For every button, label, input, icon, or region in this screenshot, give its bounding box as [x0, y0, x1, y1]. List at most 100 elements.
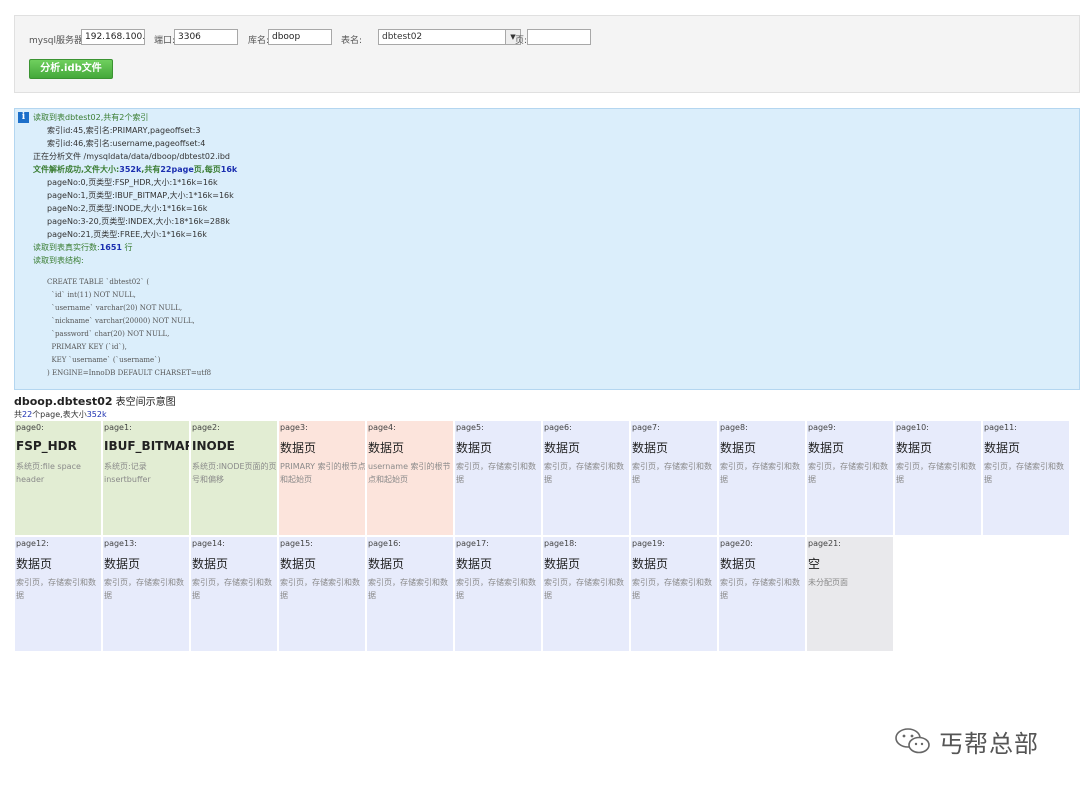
sql-line: `nickname` varchar(20000) NOT NULL,: [47, 317, 195, 325]
page-type: 数据页: [896, 441, 933, 455]
page-type: 空: [808, 557, 821, 571]
sql-line: `password` char(20) NOT NULL,: [47, 330, 170, 338]
page-number: page2:: [192, 423, 220, 432]
page-description: 索引页，存储索引和数据: [632, 578, 712, 600]
page-description: username 索引的根节点和起始页: [368, 462, 451, 484]
page-description: 索引页，存储索引和数据: [632, 462, 712, 484]
page-type: INODE: [192, 439, 235, 453]
page-type: 数据页: [104, 557, 141, 571]
page-cell-14[interactable]: page14: 数据页 索引页，存储索引和数据: [191, 537, 278, 652]
page-description: 索引页，存储索引和数据: [544, 578, 624, 600]
table-label: 表名:: [341, 36, 363, 46]
page-description: 索引页，存储索引和数据: [456, 462, 536, 484]
page-number: page10:: [896, 423, 929, 432]
port-label: 端口:: [154, 36, 176, 46]
table-select-value: dbtest02: [382, 32, 423, 42]
db-input[interactable]: dboop: [268, 29, 332, 45]
page-description: PRIMARY 索引的根节点和起始页: [280, 462, 366, 484]
sql-line: `id` int(11) NOT NULL,: [47, 291, 136, 299]
page-type: 数据页: [280, 557, 317, 571]
page-cell-1[interactable]: page1: IBUF_BITMAP 系统页:记录insertbuffer: [103, 421, 190, 536]
page-cell-7[interactable]: page7: 数据页 索引页，存储索引和数据: [631, 421, 718, 536]
watermark: 丐帮总部: [893, 724, 1039, 758]
page-cell-18[interactable]: page18: 数据页索引页，存储索引和数据: [543, 537, 630, 652]
page-cell-11[interactable]: page11: 数据页 索引页，存储索引和数据: [983, 421, 1070, 536]
page-type: 数据页: [544, 557, 581, 571]
page-number: page8:: [720, 423, 748, 432]
page-number: page6:: [544, 423, 572, 432]
page-cell-0[interactable]: page0: FSP_HDR 系统页:file space header: [15, 421, 102, 536]
page-label: 页:: [515, 36, 528, 46]
page-cell-21[interactable]: page21: 空未分配页面: [807, 537, 894, 652]
page-type: 数据页: [456, 557, 493, 571]
page-cell-3[interactable]: page3: 数据页 PRIMARY 索引的根节点和起始页: [279, 421, 366, 536]
wechat-icon: [895, 728, 930, 754]
page-type: 数据页: [280, 441, 317, 455]
page-type: 数据页: [16, 557, 53, 571]
page-cell-13[interactable]: page13: 数据页索引页，存储索引和数据: [103, 537, 190, 652]
page-number: page20:: [720, 539, 753, 548]
page-type: 数据页: [632, 557, 669, 571]
page-number: page12:: [16, 539, 49, 548]
analyze-button[interactable]: 分析.idb文件: [29, 59, 113, 79]
diagram-title: dboop.dbtest02 表空间示意图: [14, 395, 176, 408]
page-type: 数据页: [720, 557, 757, 571]
page-type: 数据页: [808, 441, 845, 455]
page-cell-20[interactable]: page20: 数据页索引页，存储索引和数据: [719, 537, 806, 652]
info-line: pageNo:2,页类型:INODE,大小:1*16k=16k: [47, 204, 208, 213]
page-cell-4[interactable]: page4: 数据页 username 索引的根节点和起始页: [367, 421, 454, 536]
page-number: page19:: [632, 539, 665, 548]
info-line: pageNo:3-20,页类型:INDEX,大小:18*16k=288k: [47, 217, 230, 226]
info-line: 读取到表真实行数:1651 行: [33, 243, 133, 252]
page-type: IBUF_BITMAP: [104, 439, 190, 453]
page-cell-17[interactable]: page17: 数据页索引页，存储索引和数据: [455, 537, 542, 652]
page-cell-6[interactable]: page6: 数据页 索引页，存储索引和数据: [543, 421, 630, 536]
page-type: 数据页: [456, 441, 493, 455]
page-number: page17:: [456, 539, 489, 548]
page-description: 索引页，存储索引和数据: [104, 578, 184, 600]
page-description: 索引页，存储索引和数据: [280, 578, 360, 600]
page-cell-5[interactable]: page5: 数据页 索引页，存储索引和数据: [455, 421, 542, 536]
page-cell-9[interactable]: page9: 数据页 索引页，存储索引和数据: [807, 421, 894, 536]
page-type: 数据页: [368, 557, 405, 571]
sql-line: CREATE TABLE `dbtest02` (: [47, 278, 150, 286]
info-line: 文件解析成功,文件大小:352k,共有22page页,每页16k: [33, 165, 238, 174]
page-number: page14:: [192, 539, 225, 548]
info-line: 正在分析文件 /mysqldata/data/dboop/dbtest02.ib…: [33, 152, 231, 161]
connection-form: mysql服务器: 192.168.100.12 端口: 3306 库名: db…: [14, 15, 1080, 93]
page-type: 数据页: [984, 441, 1021, 455]
page-cell-16[interactable]: page16: 数据页 索引页，存储索引和数据: [367, 537, 454, 652]
page-number: page0:: [16, 423, 44, 432]
page-number: page7:: [632, 423, 660, 432]
page-input[interactable]: [527, 29, 591, 45]
page-type: 数据页: [368, 441, 405, 455]
table-select[interactable]: dbtest02 ▼: [378, 29, 521, 45]
page-number: page18:: [544, 539, 577, 548]
page-description: 未分配页面: [808, 578, 848, 587]
info-line: pageNo:21,页类型:FREE,大小:1*16k=16k: [47, 230, 207, 239]
diagram-summary: 共22个page,表大小352k: [14, 410, 107, 419]
page-description: 索引页，存储索引和数据: [456, 578, 536, 600]
page-type: 数据页: [544, 441, 581, 455]
page-number: page1:: [104, 423, 132, 432]
info-panel: i 读取到表dbtest02,共有2个索引 索引id:45,索引名:PRIMAR…: [14, 108, 1080, 390]
page-description: 索引页，存储索引和数据: [368, 578, 448, 600]
page-number: page13:: [104, 539, 137, 548]
page-description: 索引页，存储索引和数据: [808, 462, 888, 484]
db-label: 库名:: [248, 36, 270, 46]
page-cell-8[interactable]: page8: 数据页 索引页，存储索引和数据: [719, 421, 806, 536]
page-cell-19[interactable]: page19: 数据页索引页，存储索引和数据: [631, 537, 718, 652]
page-number: page21:: [808, 539, 841, 548]
page-description: 系统页:file space header: [16, 462, 81, 484]
page-description: 索引页，存储索引和数据: [720, 578, 800, 600]
page-cell-10[interactable]: page10: 数据页索引页，存储索引和数据: [895, 421, 982, 536]
sql-line: PRIMARY KEY (`id`),: [47, 343, 127, 351]
port-input[interactable]: 3306: [174, 29, 238, 45]
page-cell-2[interactable]: page2: INODE 系统页:INODE页面的页号和偏移: [191, 421, 278, 536]
page-description: 索引页，存储索引和数据: [896, 462, 976, 484]
page-cell-12[interactable]: page12: 数据页 索引页，存储索引和数据: [15, 537, 102, 652]
info-line: 读取到表结构:: [33, 256, 84, 265]
server-input[interactable]: 192.168.100.12: [81, 29, 145, 45]
page-number: page11:: [984, 423, 1017, 432]
page-cell-15[interactable]: page15: 数据页 索引页，存储索引和数据: [279, 537, 366, 652]
